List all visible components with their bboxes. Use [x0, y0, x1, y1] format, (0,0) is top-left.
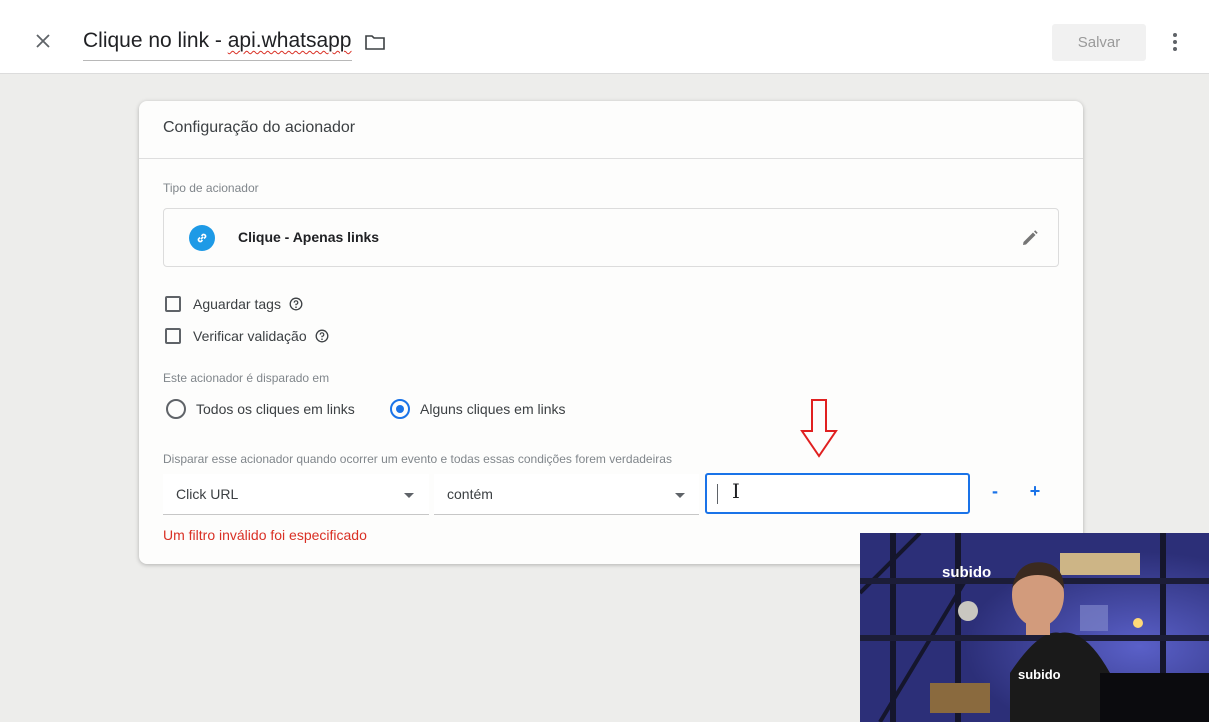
add-condition-button[interactable]: +: [1027, 481, 1043, 505]
wait-for-tags-row[interactable]: Aguardar tags: [165, 293, 303, 315]
error-message: Um filtro inválido foi especificado: [163, 527, 367, 543]
operator-select[interactable]: contém: [434, 474, 699, 515]
ibeam-cursor-icon: I: [732, 479, 740, 503]
card-header: Configuração do acionador: [139, 101, 1083, 159]
radio-some-clicks[interactable]: Alguns cliques em links: [390, 398, 566, 420]
radio-some-label: Alguns cliques em links: [420, 401, 566, 417]
condition-label: Disparar esse acionador quando ocorrer u…: [163, 452, 672, 466]
trigger-config-card: Configuração do acionador Tipo de aciona…: [139, 101, 1083, 564]
wait-for-tags-checkbox[interactable]: [165, 296, 181, 312]
folder-icon[interactable]: [364, 33, 386, 51]
radio-button-all[interactable]: [166, 399, 186, 419]
annotation-down-arrow-icon: [800, 399, 838, 458]
trigger-type-label: Tipo de acionador: [163, 181, 259, 195]
text-caret: [717, 484, 718, 504]
check-validation-checkbox[interactable]: [165, 328, 181, 344]
variable-select[interactable]: Click URL: [163, 474, 429, 515]
check-validation-row[interactable]: Verificar validação: [165, 325, 329, 347]
webcam-scene: [860, 533, 1209, 722]
check-validation-label: Verificar validação: [193, 328, 307, 344]
card-title: Configuração do acionador: [163, 119, 356, 136]
wall-sign-text: subido: [942, 564, 992, 581]
close-icon[interactable]: [32, 30, 54, 52]
fires-on-label: Este acionador é disparado em: [163, 371, 330, 385]
help-icon[interactable]: [315, 329, 329, 343]
radio-all-label: Todos os cliques em links: [196, 401, 355, 417]
pencil-icon[interactable]: [1020, 228, 1040, 248]
condition-value-input[interactable]: I: [705, 473, 970, 514]
tag-name-field[interactable]: Clique no link - api.whatsapp: [83, 22, 352, 61]
save-button[interactable]: Salvar: [1052, 24, 1146, 61]
radio-all-clicks[interactable]: Todos os cliques em links: [166, 398, 355, 420]
webcam-overlay: subido subido: [860, 533, 1209, 722]
operator-select-value: contém: [447, 486, 493, 502]
dropdown-arrow-icon: [675, 493, 685, 498]
more-vert-icon[interactable]: [1165, 31, 1185, 53]
shirt-logo-text: subido: [1018, 667, 1061, 682]
help-icon[interactable]: [289, 297, 303, 311]
trigger-type-name: Clique - Apenas links: [238, 229, 380, 245]
dropdown-arrow-icon: [404, 493, 414, 498]
wait-for-tags-label: Aguardar tags: [193, 296, 281, 312]
remove-condition-button[interactable]: -: [987, 481, 1003, 505]
radio-button-some[interactable]: [390, 399, 410, 419]
page-title: Clique no link - api.whatsapp: [83, 29, 352, 52]
title-misspelled-word: api.whatsapp: [227, 29, 352, 52]
top-bar: Clique no link - api.whatsapp Salvar: [0, 0, 1209, 74]
link-icon: [189, 225, 215, 251]
variable-select-value: Click URL: [176, 486, 239, 502]
trigger-type-selector[interactable]: Clique - Apenas links: [163, 208, 1059, 267]
